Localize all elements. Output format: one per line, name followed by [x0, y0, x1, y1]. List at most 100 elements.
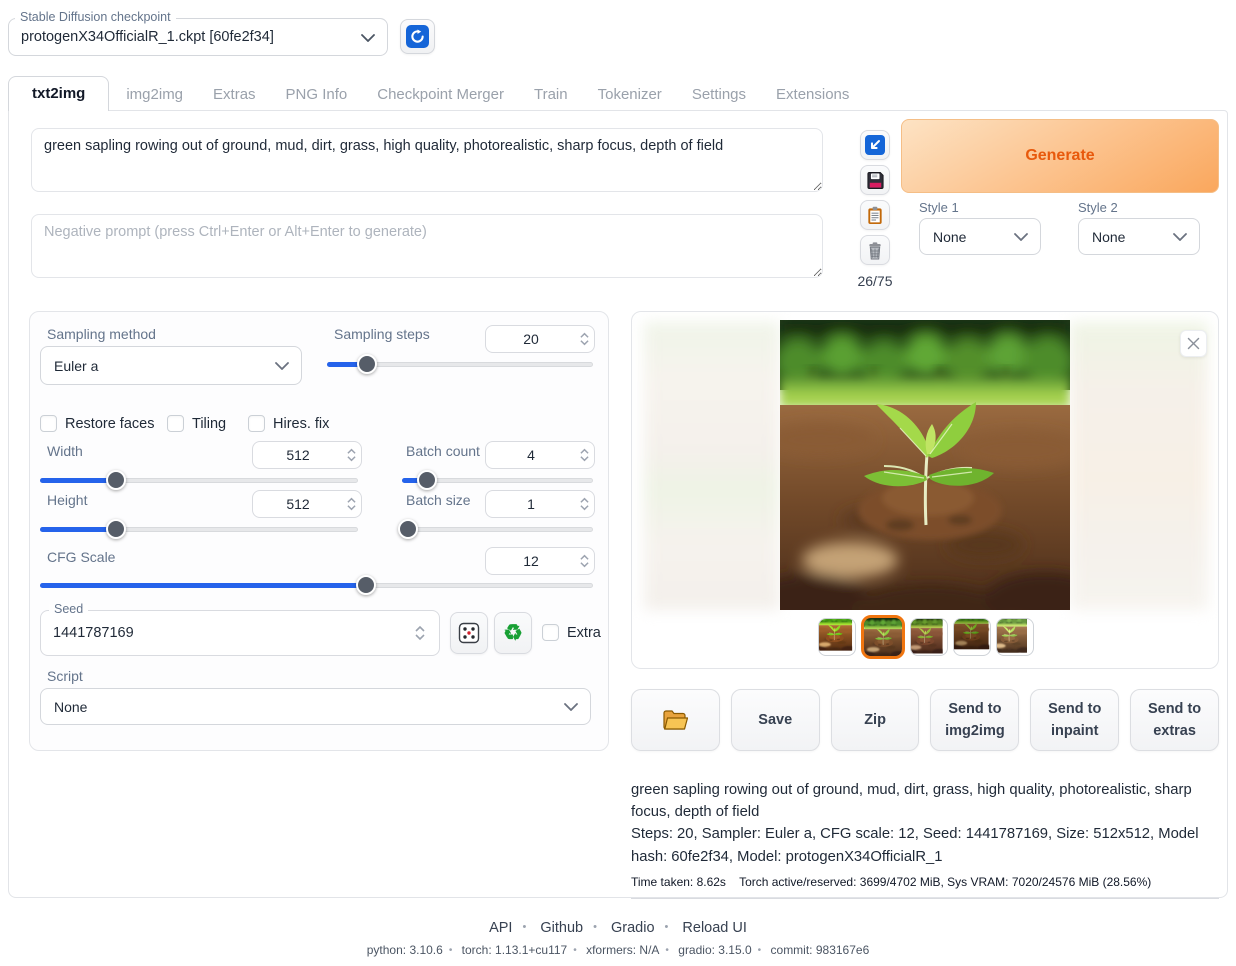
sampling-method-dropdown[interactable]: Euler a — [40, 346, 302, 385]
stepper-arrows-icon[interactable] — [580, 498, 589, 511]
style2-label: Style 2 — [1078, 200, 1118, 215]
slider-handle[interactable] — [357, 354, 377, 374]
send-to-inpaint-button[interactable]: Send to inpaint — [1030, 689, 1119, 751]
stepper-arrows-icon[interactable] — [580, 449, 589, 462]
stepper-arrows-icon[interactable] — [347, 498, 356, 511]
sampling-steps-input[interactable] — [486, 326, 594, 352]
slider-handle[interactable] — [106, 470, 126, 490]
cfg-scale-slider[interactable] — [40, 576, 593, 594]
apply-style-button[interactable] — [860, 200, 890, 230]
batch-size-slider[interactable] — [402, 520, 593, 538]
open-folder-button[interactable] — [631, 689, 720, 751]
checkbox-icon — [40, 415, 57, 432]
folder-icon — [662, 709, 688, 731]
thumbnail-1[interactable] — [818, 618, 856, 656]
restore-faces-checkbox[interactable]: Restore faces — [40, 415, 154, 432]
output-performance-text: Time taken: 8.62s Torch active/reserved:… — [631, 875, 1219, 899]
width-slider[interactable] — [40, 471, 358, 489]
style2-value: None — [1092, 229, 1125, 245]
batch-size-input[interactable] — [486, 491, 594, 517]
extra-label: Extra — [567, 625, 601, 641]
thumbnail-2-selected[interactable] — [861, 615, 905, 659]
height-label: Height — [47, 492, 87, 508]
vram-text: Torch active/reserved: 3699/4702 MiB, Sy… — [739, 875, 1151, 889]
width-input[interactable] — [253, 442, 361, 468]
save-style-button[interactable] — [860, 165, 890, 195]
slider-handle[interactable] — [398, 519, 418, 539]
stepper-arrows-icon[interactable] — [347, 449, 356, 462]
negative-prompt-input[interactable] — [31, 214, 823, 278]
dot-separator: • — [758, 945, 762, 956]
reuse-seed-button[interactable]: ♻ — [494, 612, 532, 654]
send-to-img2img-button[interactable]: Send to img2img — [930, 689, 1019, 751]
generate-button[interactable]: Generate — [901, 119, 1219, 193]
sampling-steps-slider[interactable] — [327, 355, 593, 373]
slider-handle[interactable] — [106, 519, 126, 539]
tab-checkpoint-merger[interactable]: Checkpoint Merger — [362, 78, 519, 111]
random-seed-button[interactable] — [450, 612, 488, 654]
paste-params-button[interactable] — [860, 130, 890, 160]
script-dropdown[interactable]: None — [40, 688, 591, 725]
txt2img-panel: green sapling rowing out of ground, mud,… — [8, 110, 1228, 898]
chevron-down-icon — [361, 34, 375, 42]
save-button[interactable]: Save — [731, 689, 820, 751]
style2-dropdown[interactable]: None — [1078, 218, 1200, 255]
commit-hash: commit: 983167e6 — [771, 943, 870, 957]
parameters-panel: Sampling method Euler a Sampling steps R… — [29, 311, 609, 751]
gallery-actions: Save Zip Send to img2img Send to inpaint… — [631, 689, 1219, 751]
close-gallery-button[interactable] — [1180, 330, 1207, 357]
hires-fix-checkbox[interactable]: Hires. fix — [248, 415, 329, 432]
tiling-checkbox[interactable]: Tiling — [167, 415, 226, 432]
chevron-down-icon — [1014, 233, 1028, 241]
tab-extensions[interactable]: Extensions — [761, 78, 864, 111]
tab-extras[interactable]: Extras — [198, 78, 271, 111]
checkpoint-value: protogenX34OfficialR_1.ckpt [60fe2f34] — [21, 19, 274, 55]
stepper-arrows-icon[interactable] — [580, 333, 589, 346]
paste-arrow-icon — [865, 135, 885, 155]
thumbnail-5[interactable] — [996, 618, 1034, 656]
height-field — [252, 490, 362, 518]
cfg-scale-input[interactable] — [486, 548, 594, 574]
tab-img2img[interactable]: img2img — [111, 78, 198, 111]
slider-handle[interactable] — [417, 470, 437, 490]
extra-seed-checkbox[interactable]: Extra — [542, 624, 601, 641]
reload-ui-link[interactable]: Reload UI — [682, 920, 746, 936]
thumbnail-3[interactable] — [910, 618, 948, 656]
checkbox-icon — [167, 415, 184, 432]
tab-txt2img[interactable]: txt2img — [8, 76, 109, 111]
batch-count-input[interactable] — [486, 442, 594, 468]
style1-dropdown[interactable]: None — [919, 218, 1041, 255]
batch-count-slider[interactable] — [402, 471, 593, 489]
api-link[interactable]: API — [489, 920, 512, 936]
script-value: None — [54, 699, 87, 715]
height-slider[interactable] — [40, 520, 358, 538]
gallery-blur-right — [1070, 322, 1208, 610]
refresh-checkpoint-button[interactable] — [400, 19, 435, 54]
refresh-icon — [406, 25, 429, 48]
stable-diffusion-webui: Stable Diffusion checkpoint protogenX34O… — [0, 0, 1236, 966]
tab-png-info[interactable]: PNG Info — [271, 78, 363, 111]
cfg-scale-label: CFG Scale — [47, 549, 115, 565]
seed-input[interactable] — [53, 611, 403, 655]
generated-image[interactable] — [780, 320, 1070, 610]
gallery-thumbnails — [632, 615, 1219, 659]
checkpoint-dropdown[interactable]: Stable Diffusion checkpoint protogenX34O… — [8, 18, 388, 56]
save-label: Save — [758, 709, 792, 731]
zip-button[interactable]: Zip — [831, 689, 920, 751]
clear-prompt-button[interactable] — [860, 235, 890, 265]
tab-train[interactable]: Train — [519, 78, 583, 111]
tab-tokenizer[interactable]: Tokenizer — [583, 78, 677, 111]
footer-versions: python: 3.10.6• torch: 1.13.1+cu117• xfo… — [0, 943, 1236, 957]
thumbnail-4[interactable] — [953, 618, 991, 656]
batch-count-field — [485, 441, 595, 469]
send-to-extras-button[interactable]: Send to extras — [1130, 689, 1219, 751]
github-link[interactable]: Github — [540, 920, 583, 936]
tab-settings[interactable]: Settings — [677, 78, 761, 111]
stepper-arrows-icon[interactable] — [580, 555, 589, 568]
python-version: python: 3.10.6 — [367, 943, 443, 957]
slider-handle[interactable] — [356, 575, 376, 595]
height-input[interactable] — [253, 491, 361, 517]
prompt-input[interactable]: green sapling rowing out of ground, mud,… — [31, 128, 823, 192]
stepper-arrows-icon[interactable] — [415, 626, 425, 641]
gradio-link[interactable]: Gradio — [611, 920, 655, 936]
